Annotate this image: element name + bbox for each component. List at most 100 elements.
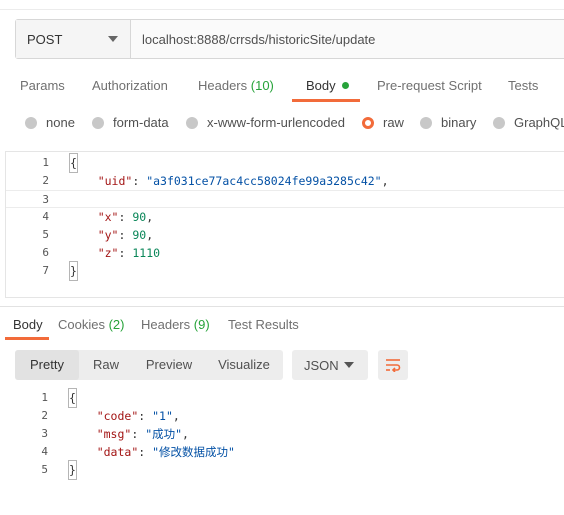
code-line: 4 "data": "修改数据成功" xyxy=(5,443,564,461)
response-tab-cookies-label: Cookies xyxy=(58,317,105,332)
body-type-options: none form-data x-www-form-urlencoded raw… xyxy=(0,113,564,133)
radio-circle-icon xyxy=(493,116,505,129)
wrap-lines-button[interactable] xyxy=(378,350,408,380)
code-text: } xyxy=(69,261,78,281)
format-label: JSON xyxy=(304,357,339,373)
json-string: "成功" xyxy=(145,427,183,441)
radio-graphql[interactable]: GraphQL xyxy=(493,115,564,130)
line-number: 3 xyxy=(42,193,49,206)
chevron-down-icon xyxy=(108,36,118,42)
code-line: 3 xyxy=(6,190,564,208)
line-number: 1 xyxy=(41,391,48,404)
radio-raw[interactable]: raw xyxy=(362,115,404,130)
line-number: 2 xyxy=(41,409,48,422)
code-line: 3 "msg": "成功", xyxy=(5,425,564,443)
chevron-down-icon xyxy=(344,362,354,368)
tab-body[interactable]: Body xyxy=(306,78,349,93)
line-number: 4 xyxy=(41,445,48,458)
response-tab-headers-label: Headers xyxy=(141,317,191,332)
radio-selected-icon xyxy=(362,116,374,129)
tab-authorization[interactable]: Authorization xyxy=(92,78,168,93)
radio-raw-label: raw xyxy=(383,115,404,130)
code-line: 1{ xyxy=(6,153,564,173)
code-line: 5 "y": 90, xyxy=(6,226,564,244)
code-line: 7} xyxy=(6,261,564,281)
request-body-editor[interactable]: 1{ 2 "uid": "a3f031ce77ac4cc58024fe99a32… xyxy=(5,151,564,298)
tab-prerequest-script[interactable]: Pre-request Script xyxy=(377,78,482,93)
json-string: "1" xyxy=(152,409,173,423)
method-label: POST xyxy=(27,31,63,47)
url-input[interactable]: localhost:8888/crrsds/historicSite/updat… xyxy=(131,32,375,47)
radio-urlencoded[interactable]: x-www-form-urlencoded xyxy=(186,115,345,130)
response-tab-cookies[interactable]: Cookies (2) xyxy=(58,317,124,332)
wrap-lines-icon xyxy=(386,359,401,372)
json-key: "code" xyxy=(96,409,139,423)
method-select[interactable]: POST xyxy=(16,20,131,58)
tab-tests[interactable]: Tests xyxy=(508,78,538,93)
response-tab-headers[interactable]: Headers (9) xyxy=(141,317,210,332)
format-select[interactable]: JSON xyxy=(292,350,368,380)
body-modified-dot-icon xyxy=(341,82,349,89)
json-string: "a3f031ce77ac4cc58024fe99a3285c42" xyxy=(146,174,382,188)
code-text: "data": "修改数据成功" xyxy=(96,445,235,459)
code-text: "y": 90, xyxy=(97,228,154,242)
radio-binary-label: binary xyxy=(441,115,477,130)
code-line: 5} xyxy=(5,460,564,480)
code-line: 2 "uid": "a3f031ce77ac4cc58024fe99a3285c… xyxy=(6,172,564,190)
radio-none-label: none xyxy=(46,115,75,130)
radio-none[interactable]: none xyxy=(25,115,75,130)
code-line: 1{ xyxy=(5,388,564,408)
json-key: "uid" xyxy=(97,174,133,188)
tab-params[interactable]: Params xyxy=(20,78,65,93)
line-number: 5 xyxy=(42,228,49,241)
response-tab-test-results[interactable]: Test Results xyxy=(228,317,299,332)
line-number: 4 xyxy=(42,210,49,223)
response-tabs: Body Cookies (2) Headers (9) Test Result… xyxy=(0,310,564,340)
line-number: 3 xyxy=(41,427,48,440)
panel-divider[interactable] xyxy=(0,306,564,307)
radio-circle-icon xyxy=(186,116,198,129)
view-mode-group: Pretty Raw Preview Visualize xyxy=(15,350,283,380)
url-bar: POST localhost:8888/crrsds/historicSite/… xyxy=(15,19,564,59)
code-text: "code": "1", xyxy=(96,409,180,423)
view-visualize-button[interactable]: Visualize xyxy=(205,350,283,380)
code-line: 2 "code": "1", xyxy=(5,407,564,425)
radio-binary[interactable]: binary xyxy=(420,115,476,130)
code-text: { xyxy=(68,388,77,408)
response-tab-headers-count: (9) xyxy=(193,317,210,332)
line-number: 5 xyxy=(41,463,48,476)
json-key: "z" xyxy=(97,246,119,260)
response-body-viewer[interactable]: 1{ 2 "code": "1", 3 "msg": "成功", 4 "data… xyxy=(5,388,564,489)
json-number: 90 xyxy=(132,228,147,242)
code-text: "z": 1110 xyxy=(97,246,161,260)
view-pretty-button[interactable]: Pretty xyxy=(15,350,79,380)
json-key: "data" xyxy=(96,445,139,459)
request-tabs: Params Authorization Headers (10) Body P… xyxy=(0,70,564,102)
response-tab-body[interactable]: Body xyxy=(13,317,43,332)
line-number: 1 xyxy=(42,156,49,169)
radio-graphql-label: GraphQL xyxy=(514,115,564,130)
code-text: { xyxy=(69,153,78,173)
radio-form-data-label: form-data xyxy=(113,115,169,130)
active-response-tab-indicator xyxy=(5,337,49,340)
view-preview-button[interactable]: Preview xyxy=(133,350,205,380)
radio-urlencoded-label: x-www-form-urlencoded xyxy=(207,115,345,130)
code-line: 4 "x": 90, xyxy=(6,208,564,226)
active-tab-indicator xyxy=(292,99,360,102)
json-number: 90 xyxy=(132,210,147,224)
top-strip xyxy=(0,0,564,10)
code-text: "x": 90, xyxy=(97,210,154,224)
tab-headers[interactable]: Headers (10) xyxy=(198,78,274,93)
code-text: "msg": "成功", xyxy=(96,427,189,441)
tab-headers-count: (10) xyxy=(250,78,274,93)
radio-circle-icon xyxy=(25,116,37,129)
tab-headers-label: Headers xyxy=(198,78,248,93)
response-tab-cookies-count: (2) xyxy=(108,317,125,332)
radio-form-data[interactable]: form-data xyxy=(92,115,169,130)
radio-circle-icon xyxy=(420,116,432,129)
radio-circle-icon xyxy=(92,116,104,129)
code-text: } xyxy=(68,460,77,480)
json-key: "y" xyxy=(97,228,119,242)
line-number: 2 xyxy=(42,174,49,187)
view-raw-button[interactable]: Raw xyxy=(79,350,133,380)
